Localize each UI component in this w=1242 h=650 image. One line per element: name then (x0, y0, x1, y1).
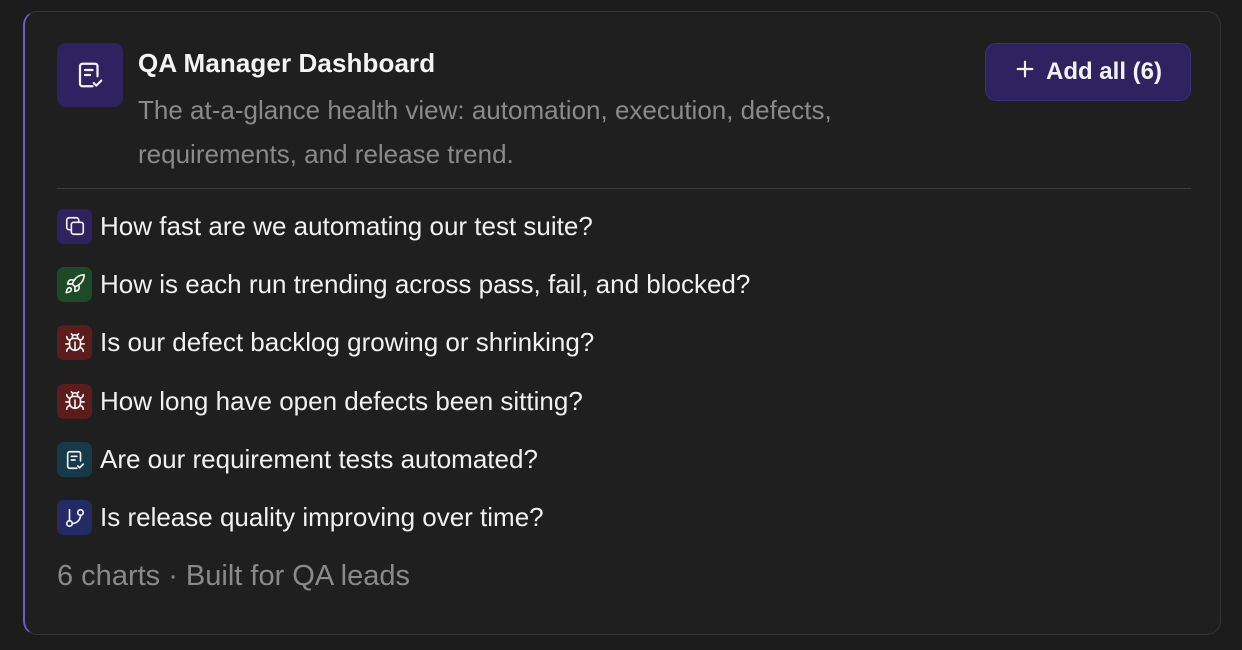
dashboard-template-card: QA Manager Dashboard The at-a-glance hea… (23, 11, 1221, 635)
question-item[interactable]: Is our defect backlog growing or shrinki… (57, 325, 1191, 361)
copy-stack-icon (57, 208, 92, 244)
checklist-doc-icon (57, 43, 123, 107)
question-item[interactable]: Are our requirement tests automated? (57, 442, 1191, 478)
card-footer: 6 charts · Built for QA leads (57, 560, 410, 592)
bug-icon (57, 383, 92, 419)
git-branch-icon (57, 500, 92, 536)
rocket-icon (57, 266, 92, 302)
question-item[interactable]: How long have open defects been sitting? (57, 383, 1191, 419)
bug-icon (57, 325, 92, 361)
question-text: How fast are we automating our test suit… (100, 210, 593, 241)
checklist-doc-icon (57, 442, 92, 478)
question-item[interactable]: How fast are we automating our test suit… (57, 208, 1191, 244)
plus-icon (1014, 58, 1036, 87)
question-item[interactable]: Is release quality improving over time? (57, 500, 1191, 536)
question-text: How is each run trending across pass, fa… (100, 268, 751, 299)
dashboard-description: The at-a-glance health view: automation,… (138, 95, 832, 169)
dashboard-title: QA Manager Dashboard (138, 48, 436, 78)
question-text: Are our requirement tests automated? (100, 444, 538, 475)
add-all-button[interactable]: Add all (6) (985, 43, 1191, 101)
header-divider (57, 188, 1191, 189)
question-text: Is our defect backlog growing or shrinki… (100, 327, 595, 358)
question-list: How fast are we automating our test suit… (57, 208, 1191, 558)
question-text: Is release quality improving over time? (100, 502, 544, 533)
question-item[interactable]: How is each run trending across pass, fa… (57, 266, 1191, 302)
question-text: How long have open defects been sitting? (100, 385, 583, 416)
add-all-label: Add all (6) (1045, 58, 1162, 85)
